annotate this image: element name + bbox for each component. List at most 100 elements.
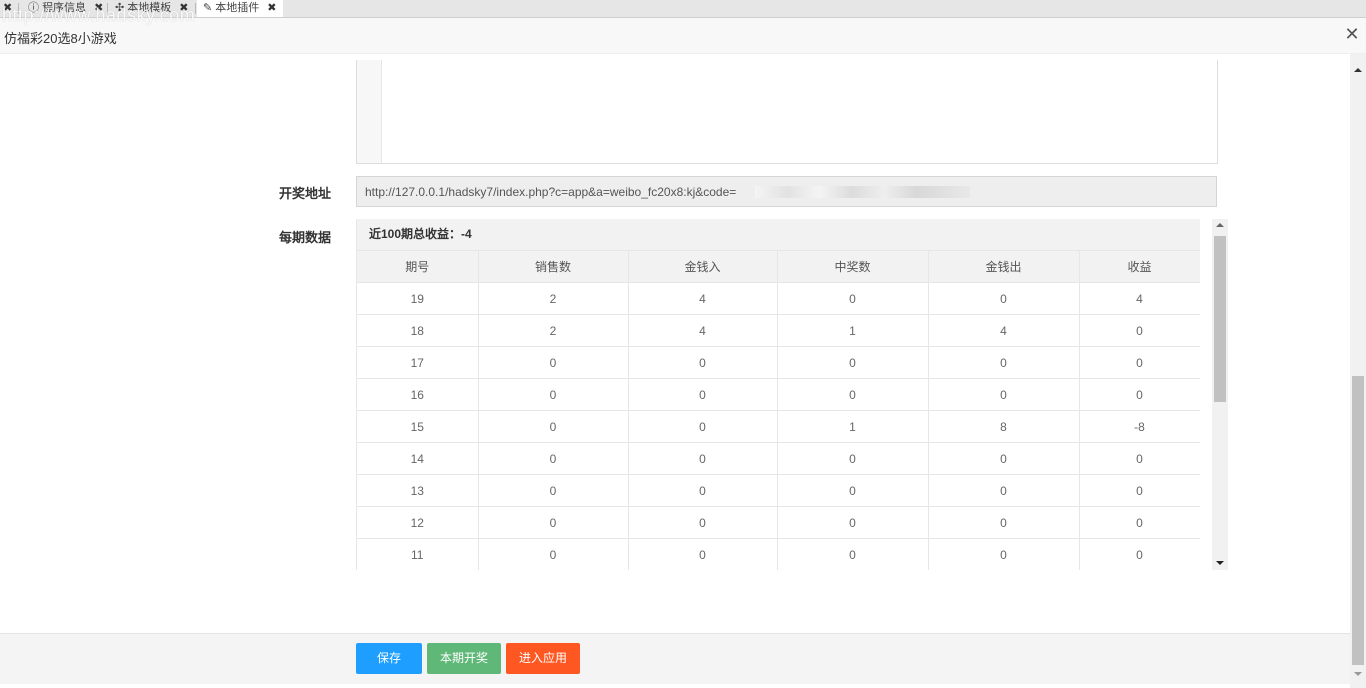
table-row: 17 0 0 0 0 0 — [357, 346, 1200, 379]
scroll-down-icon[interactable] — [1354, 672, 1362, 676]
scrollbar-thumb[interactable] — [1214, 236, 1226, 402]
dialog-header: 仿福彩20选8小游戏 ✕ — [0, 18, 1366, 54]
cell-period: 14 — [357, 442, 479, 475]
cell-period: 11 — [357, 538, 479, 570]
tab-strip: ✖ ⓘ 程序信息 ✖ ✣ 本地模板 ✖ ✎ 本地插件 ✖ — [0, 0, 1366, 18]
enter-app-button[interactable]: 进入应用 — [506, 643, 580, 674]
table-row: 13 0 0 0 0 0 — [357, 474, 1200, 507]
table-row: 15 0 0 1 8 -8 — [357, 410, 1200, 443]
cell-profit: 0 — [1079, 538, 1200, 570]
table-scrollbar[interactable] — [1212, 219, 1228, 570]
cell-winners: 1 — [777, 314, 929, 347]
cell-profit: 0 — [1079, 314, 1200, 347]
cell-profit: -8 — [1079, 410, 1200, 443]
cell-sales: 0 — [478, 538, 629, 570]
cell-period: 19 — [357, 282, 479, 315]
column-header-money-in: 金钱入 — [628, 251, 778, 283]
tab-label: 本地插件 — [215, 2, 260, 14]
cell-profit: 4 — [1079, 282, 1200, 315]
cell-money-in: 0 — [628, 378, 778, 411]
cell-money-in: 4 — [628, 282, 778, 315]
cell-money-out: 0 — [928, 378, 1080, 411]
cell-winners: 0 — [777, 538, 929, 570]
cell-winners: 0 — [777, 282, 929, 315]
dialog-content: 开奖地址 http://127.0.0.1/hadsky7/index.php?… — [0, 54, 1350, 632]
cell-profit: 0 — [1079, 442, 1200, 475]
cell-winners: 0 — [777, 442, 929, 475]
cell-profit: 0 — [1079, 378, 1200, 411]
cell-money-out: 8 — [928, 410, 1080, 443]
cell-sales: 2 — [478, 314, 629, 347]
cell-period: 16 — [357, 378, 479, 411]
draw-url-label: 开奖地址 — [279, 186, 332, 201]
scroll-up-icon[interactable] — [1354, 68, 1362, 72]
cell-period: 13 — [357, 474, 479, 507]
period-data-table: 期号 销售数 金钱入 中奖数 金钱出 收益 19 2 4 0 0 4 18 2 4 1 4 0 17… — [357, 251, 1200, 570]
cell-money-out: 0 — [928, 538, 1080, 570]
code-textarea[interactable] — [356, 60, 1218, 164]
close-icon[interactable]: ✕ — [1344, 25, 1360, 43]
dialog-title: 仿福彩20选8小游戏 — [4, 31, 117, 46]
table-header-row: 期号 销售数 金钱入 中奖数 金钱出 收益 — [357, 251, 1200, 283]
cell-sales: 0 — [478, 442, 629, 475]
cell-sales: 2 — [478, 282, 629, 315]
draw-url-field[interactable]: http://127.0.0.1/hadsky7/index.php?c=app… — [356, 176, 1217, 207]
column-header-sales: 销售数 — [478, 251, 629, 283]
cell-period: 18 — [357, 314, 479, 347]
table-row: 16 0 0 0 0 0 — [357, 378, 1200, 411]
cell-money-out: 0 — [928, 442, 1080, 475]
column-header-period: 期号 — [357, 251, 479, 283]
save-button[interactable]: 保存 — [356, 643, 422, 674]
close-icon[interactable]: ✖ — [267, 2, 276, 14]
scroll-up-icon[interactable] — [1216, 223, 1224, 227]
cell-sales: 0 — [478, 410, 629, 443]
cell-winners: 0 — [777, 474, 929, 507]
cell-profit: 0 — [1079, 346, 1200, 379]
cell-sales: 0 — [478, 346, 629, 379]
table-row: 12 0 0 0 0 0 — [357, 506, 1200, 539]
draw-lottery-button[interactable]: 本期开奖 — [427, 643, 501, 674]
cell-period: 15 — [357, 410, 479, 443]
tab-local-plugins[interactable]: ✎ 本地插件 ✖ — [197, 0, 283, 17]
cell-winners: 1 — [777, 410, 929, 443]
draw-url-value: http://127.0.0.1/hadsky7/index.php?c=app… — [365, 185, 737, 199]
column-header-profit: 收益 — [1079, 251, 1200, 283]
cell-money-in: 0 — [628, 538, 778, 570]
cell-money-out: 0 — [928, 346, 1080, 379]
cell-period: 17 — [357, 346, 479, 379]
cell-profit: 0 — [1079, 506, 1200, 539]
scrollbar-thumb[interactable] — [1352, 376, 1364, 665]
table-row: 19 2 4 0 0 4 — [357, 282, 1200, 315]
period-data-panel: 近100期总收益：-4 期号 销售数 金钱入 中奖数 金钱出 收益 19 2 4 0 0… — [356, 219, 1200, 570]
plug-icon: ✎ — [203, 2, 216, 14]
cell-sales: 0 — [478, 378, 629, 411]
table-row: 14 0 0 0 0 0 — [357, 442, 1200, 475]
column-header-winners: 中奖数 — [777, 251, 929, 283]
cell-money-out: 0 — [928, 282, 1080, 315]
cell-money-out: 0 — [928, 474, 1080, 507]
cell-money-in: 0 — [628, 442, 778, 475]
column-header-money-out: 金钱出 — [928, 251, 1080, 283]
cell-winners: 0 — [777, 378, 929, 411]
period-data-label: 每期数据 — [279, 230, 332, 245]
dialog-footer: 保存 本期开奖 进入应用 — [0, 633, 1350, 684]
cell-money-in: 0 — [628, 474, 778, 507]
cell-money-in: 4 — [628, 314, 778, 347]
cell-money-out: 0 — [928, 506, 1080, 539]
cell-money-in: 0 — [628, 346, 778, 379]
cell-money-in: 0 — [628, 410, 778, 443]
cell-winners: 0 — [777, 506, 929, 539]
cell-money-in: 0 — [628, 506, 778, 539]
redacted-code — [755, 186, 970, 198]
table-row: 11 0 0 0 0 0 — [357, 538, 1200, 570]
cell-sales: 0 — [478, 506, 629, 539]
watermark: http://www.hadsky.com — [2, 5, 196, 25]
cell-winners: 0 — [777, 346, 929, 379]
line-gutter — [357, 60, 382, 163]
cell-sales: 0 — [478, 474, 629, 507]
table-row: 18 2 4 1 4 0 — [357, 314, 1200, 347]
scroll-down-icon[interactable] — [1216, 561, 1224, 565]
profit-summary: 近100期总收益：-4 — [357, 219, 1200, 251]
cell-money-out: 4 — [928, 314, 1080, 347]
page-scrollbar[interactable] — [1350, 54, 1366, 688]
